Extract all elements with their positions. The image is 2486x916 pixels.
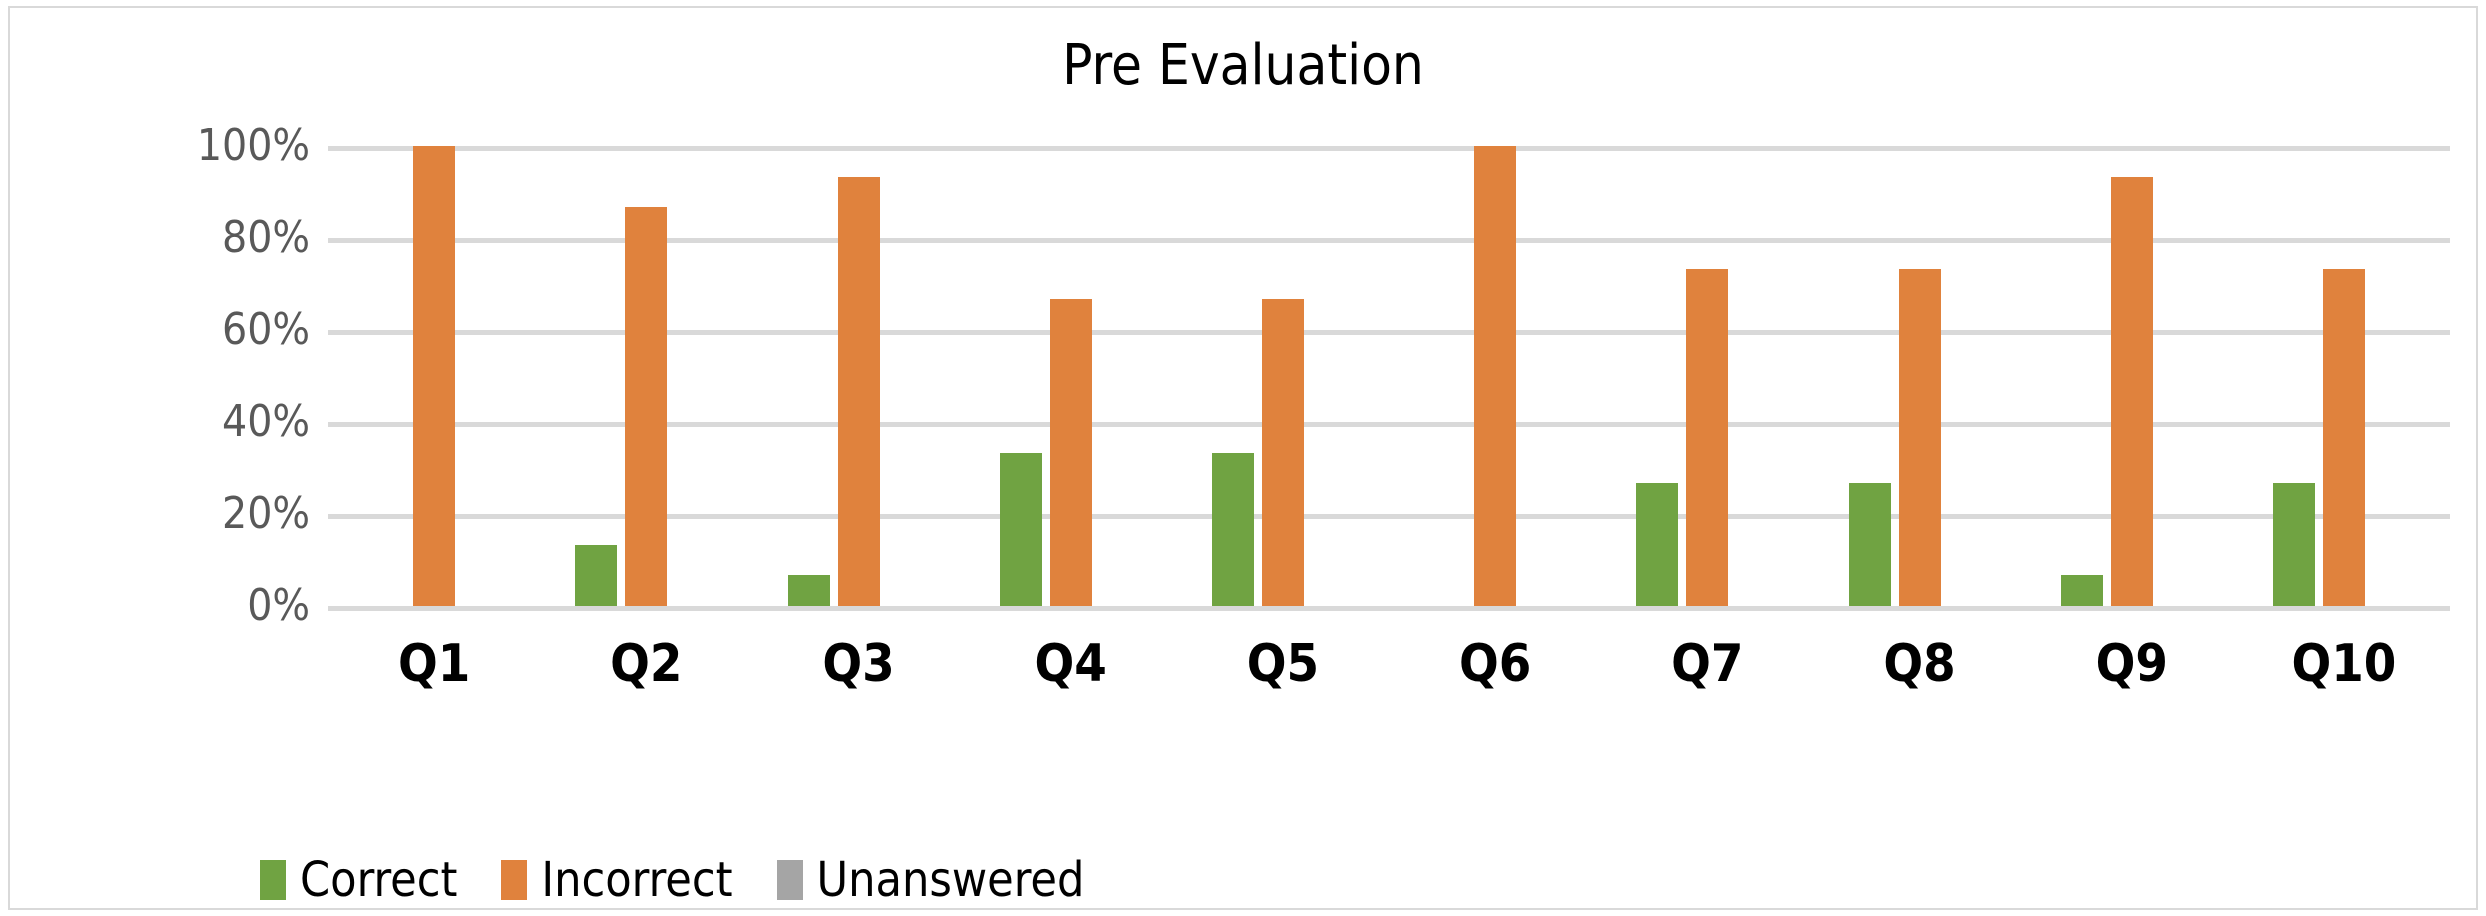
legend-swatch-incorrect-icon xyxy=(501,860,528,900)
legend-item-correct[interactable]: Correct xyxy=(260,856,457,904)
bar-q6-incorrect[interactable] xyxy=(1474,146,1517,606)
bar-q1-incorrect[interactable] xyxy=(413,146,456,606)
bar-cluster xyxy=(2026,146,2238,606)
x-axis-tick-label-q9: Q9 xyxy=(2095,634,2168,694)
y-axis-tick-label: 60% xyxy=(222,304,310,355)
x-axis-tick-label-q8: Q8 xyxy=(1883,634,1956,694)
bar-q5-incorrect[interactable] xyxy=(1261,299,1304,606)
legend-label-incorrect: Incorrect xyxy=(541,852,733,908)
legend-item-unanswered[interactable]: Unanswered xyxy=(776,852,1085,908)
bar-cluster xyxy=(2238,146,2450,606)
gridline xyxy=(328,606,2450,611)
bar-q8-correct[interactable] xyxy=(1848,483,1891,606)
chart-frame: Pre Evaluation 100% 80% 60% 40% 20% 0% Q1 Q2 Q3… xyxy=(8,6,2478,910)
plot-area xyxy=(328,146,2450,611)
bar-cluster xyxy=(1813,146,2025,606)
bar-q9-incorrect[interactable] xyxy=(2110,176,2153,606)
bar-q4-correct[interactable] xyxy=(999,452,1042,606)
legend-label-correct: Correct xyxy=(300,852,458,908)
legend-label-unanswered: Unanswered xyxy=(816,852,1085,908)
x-axis-tick-label-q10: Q10 xyxy=(2291,634,2397,694)
bar-q3-incorrect[interactable] xyxy=(837,176,880,606)
bar-clusters xyxy=(328,146,2450,606)
bar-cluster xyxy=(1389,146,1601,606)
x-axis-tick-label-q3: Q3 xyxy=(822,634,895,694)
bar-q3-correct[interactable] xyxy=(787,575,830,606)
x-axis-tick-label-q6: Q6 xyxy=(1458,634,1532,694)
x-axis-tick-label-q2: Q2 xyxy=(610,634,683,694)
bar-cluster xyxy=(752,146,964,606)
y-axis-tick-label: 40% xyxy=(222,396,310,447)
bar-q4-incorrect[interactable] xyxy=(1049,299,1092,606)
chart-legend: Correct Incorrect Unanswered xyxy=(260,856,1084,904)
bar-q2-correct[interactable] xyxy=(575,544,618,606)
bar-cluster xyxy=(1177,146,1389,606)
bar-q5-correct[interactable] xyxy=(1211,452,1254,606)
y-axis-tick-label: 20% xyxy=(222,488,310,539)
legend-swatch-unanswered-icon xyxy=(776,860,803,900)
y-axis-tick-label: 0% xyxy=(247,580,310,631)
chart-page: Pre Evaluation 100% 80% 60% 40% 20% 0% Q1 Q2 Q3… xyxy=(0,0,2486,916)
bar-cluster xyxy=(328,146,540,606)
x-axis-tick-label-q1: Q1 xyxy=(397,634,471,694)
bar-q2-incorrect[interactable] xyxy=(625,207,668,606)
chart-title: Pre Evaluation xyxy=(1062,33,1424,98)
x-axis-tick-label-q7: Q7 xyxy=(1671,634,1744,694)
legend-item-incorrect[interactable]: Incorrect xyxy=(501,852,733,908)
y-axis-tick-label: 80% xyxy=(222,212,310,263)
bar-q10-incorrect[interactable] xyxy=(2322,268,2365,606)
bar-cluster xyxy=(540,146,752,606)
bar-cluster xyxy=(1601,146,1813,606)
legend-swatch-correct-icon xyxy=(260,860,286,900)
x-axis-labels: Q1 Q2 Q3 Q4 Q5 Q6 Q7 Q8 Q9 Q10 xyxy=(328,638,2450,708)
bar-q8-incorrect[interactable] xyxy=(1898,268,1941,606)
y-axis-tick-label: 100% xyxy=(196,120,310,171)
x-axis-tick-label-q4: Q4 xyxy=(1034,634,1107,694)
bar-cluster xyxy=(965,146,1177,606)
bar-q9-correct[interactable] xyxy=(2060,575,2103,606)
y-axis-labels: 100% 80% 60% 40% 20% 0% xyxy=(100,124,310,628)
bar-q7-incorrect[interactable] xyxy=(1686,268,1729,606)
bar-q7-correct[interactable] xyxy=(1636,483,1679,606)
x-axis-tick-label-q5: Q5 xyxy=(1246,634,1320,694)
bar-q10-correct[interactable] xyxy=(2272,483,2315,606)
